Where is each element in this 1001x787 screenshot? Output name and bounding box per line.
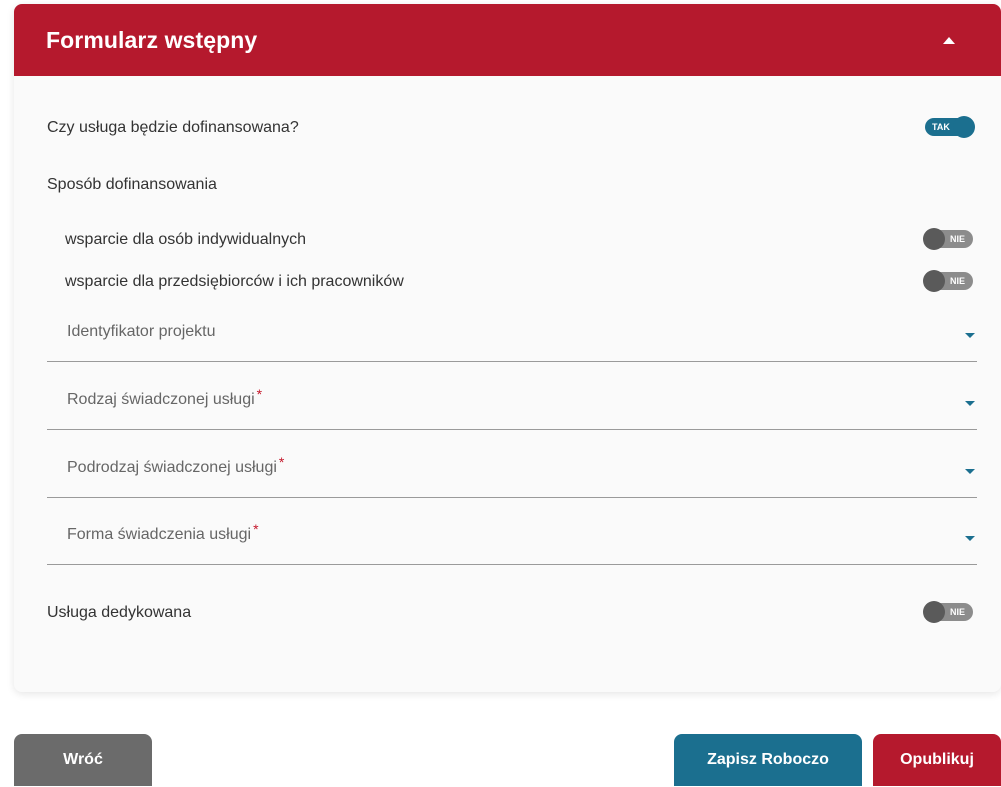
project-id-placeholder: Identyfikator projektu	[67, 323, 216, 340]
enterprise-support-toggle[interactable]: NIE	[923, 270, 977, 294]
funding-method-heading-row: Sposób dofinansowania	[47, 176, 977, 194]
service-form-placeholder: Forma świadczenia usługi *	[67, 521, 259, 543]
toggle-knob	[953, 116, 975, 138]
individual-support-row: wsparcie dla osób indywidualnych NIE	[65, 228, 977, 252]
individual-support-label: wsparcie dla osób indywidualnych	[65, 231, 307, 248]
toggle-knob	[923, 601, 945, 623]
initial-form-card: Formularz wstępny Czy usługa będzie dofi…	[14, 4, 1001, 692]
caret-down-icon	[965, 469, 975, 474]
funding-question-row: Czy usługa będzie dofinansowana? TAK	[47, 116, 977, 140]
required-asterisk: *	[256, 386, 263, 402]
card-header: Formularz wstępny	[14, 4, 1001, 76]
service-type-select[interactable]: Rodzaj świadczonej usługi *	[47, 385, 977, 430]
required-asterisk: *	[278, 454, 285, 470]
card-title: Formularz wstępny	[46, 26, 258, 53]
caret-down-icon	[965, 536, 975, 541]
toggle-knob	[923, 228, 945, 250]
enterprise-support-toggle-label: NIE	[950, 276, 966, 286]
collapse-button[interactable]	[929, 20, 969, 60]
service-form-select[interactable]: Forma świadczenia usługi *	[47, 520, 977, 565]
caret-up-icon	[943, 36, 955, 44]
dedicated-service-row: Usługa dedykowana NIE	[47, 601, 977, 625]
dedicated-service-toggle-label: NIE	[950, 607, 966, 617]
funding-toggle-label: TAK	[932, 122, 950, 132]
dedicated-service-toggle[interactable]: NIE	[923, 601, 977, 625]
enterprise-support-row: wsparcie dla przedsiębiorców i ich praco…	[65, 270, 977, 294]
required-asterisk: *	[253, 521, 259, 537]
funding-question-label: Czy usługa będzie dofinansowana?	[47, 119, 299, 136]
caret-down-icon	[965, 333, 975, 338]
back-button[interactable]: Wróć	[14, 734, 152, 786]
service-subtype-select[interactable]: Podrodzaj świadczonej usługi *	[47, 453, 977, 498]
funding-toggle[interactable]: TAK	[923, 116, 977, 140]
save-draft-button[interactable]: Zapisz Roboczo	[674, 734, 862, 786]
individual-support-toggle-label: NIE	[950, 234, 966, 244]
service-subtype-placeholder: Podrodzaj świadczonej usługi *	[67, 454, 285, 476]
funding-method-heading: Sposób dofinansowania	[47, 176, 217, 193]
project-id-select[interactable]: Identyfikator projektu	[47, 317, 977, 362]
enterprise-support-label: wsparcie dla przedsiębiorców i ich praco…	[65, 273, 404, 290]
toggle-knob	[923, 270, 945, 292]
service-type-placeholder: Rodzaj świadczonej usługi *	[67, 386, 263, 408]
dedicated-service-label: Usługa dedykowana	[47, 604, 192, 621]
caret-down-icon	[965, 401, 975, 406]
publish-button[interactable]: Opublikuj	[873, 734, 1001, 786]
individual-support-toggle[interactable]: NIE	[923, 228, 977, 252]
